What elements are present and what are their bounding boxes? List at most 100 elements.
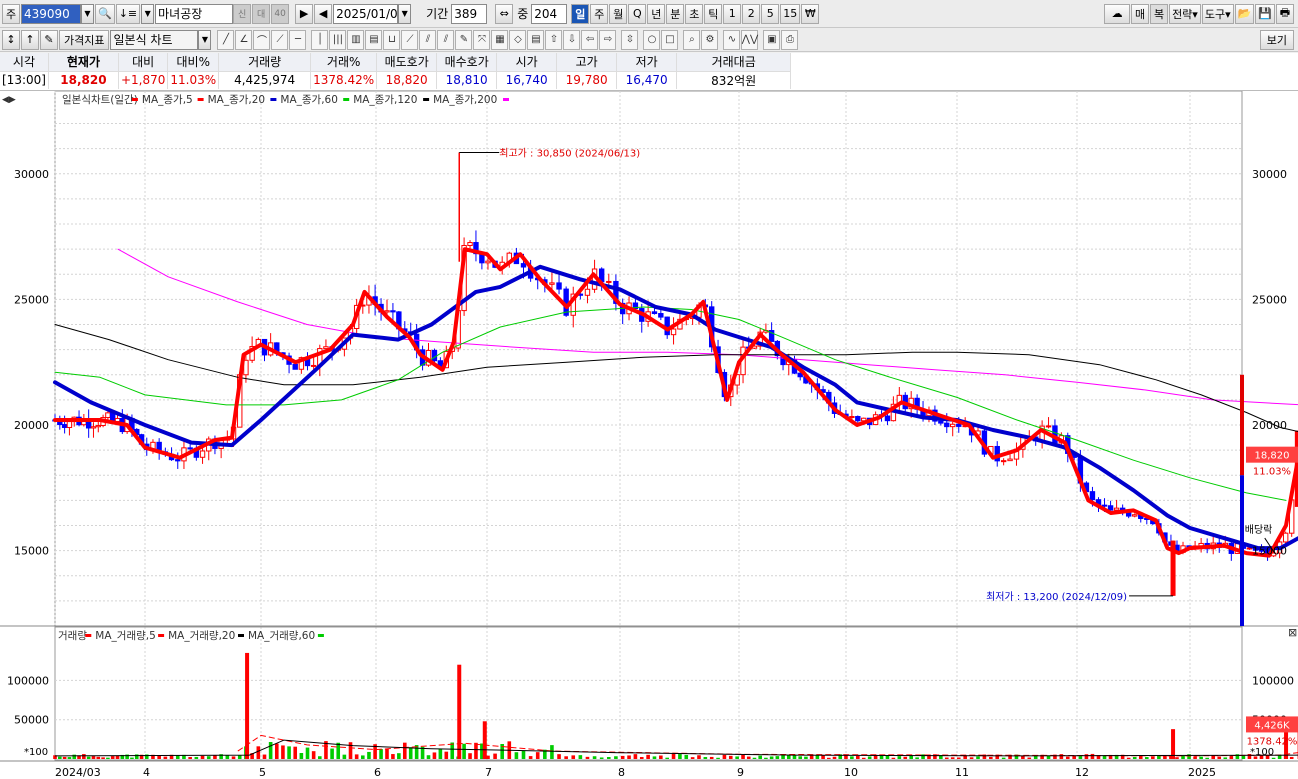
quote-value-11: 832억원 [676, 71, 792, 89]
draw-tool-29-icon[interactable]: ▣ [763, 29, 781, 50]
volume-bar [91, 756, 96, 759]
zoom-adjust-icon[interactable]: ⇔ [495, 3, 514, 24]
print-icon[interactable]: 🖶 [1276, 3, 1294, 24]
draw-tool-30-icon[interactable]: ⎙ [781, 29, 799, 50]
draw-tool-28-icon[interactable]: ⋀⋁ [741, 29, 759, 50]
right-button-3[interactable]: 도구▾ [1201, 3, 1234, 24]
legend-label: MA_종가,20 [208, 94, 266, 106]
period-input[interactable]: 389 [451, 3, 488, 24]
interval-0[interactable]: 일 [571, 3, 590, 24]
volume-bar [856, 755, 860, 759]
folder-icon[interactable]: 📂 [1234, 3, 1255, 24]
draw-tool-22-icon[interactable]: ⇳ [621, 29, 639, 50]
volume-bar [379, 749, 383, 759]
draw-tool-4-icon[interactable]: ─ [289, 29, 307, 50]
volume-bar [268, 742, 273, 759]
custom-interval-icon[interactable]: ₩ [801, 3, 820, 24]
chart-type-select[interactable]: 일본식 차트 [110, 29, 199, 50]
draw-tool-0-icon[interactable]: ╱ [217, 29, 235, 50]
interval-1[interactable]: 주 [590, 3, 609, 24]
draw-tool-25-icon[interactable]: ⌕ [683, 29, 701, 50]
interval-7[interactable]: 틱 [704, 3, 723, 24]
next-arrow-icon[interactable]: ▶ [295, 3, 314, 24]
draw-tool-1-icon[interactable]: ∠ [235, 29, 253, 50]
stock-name-field: 마녀공장 [155, 3, 234, 24]
sort-dropdown-icon[interactable]: ▼ [141, 3, 155, 24]
interval-10[interactable]: 5 [761, 3, 780, 24]
search-icon[interactable]: 🔍 [95, 3, 115, 24]
candle-body [431, 349, 438, 362]
volume-bar [944, 757, 949, 759]
market-selector[interactable]: 주 [2, 3, 20, 24]
draw-tool-5-icon[interactable]: │ [311, 29, 329, 50]
interval-11[interactable]: 15 [780, 3, 801, 24]
draw-tool-6-icon[interactable]: ||| [329, 29, 347, 50]
right-button-2[interactable]: 전략▾ [1169, 3, 1201, 24]
volume-bar [348, 742, 353, 759]
draw-tool-17-icon[interactable]: ▤ [527, 29, 545, 50]
right-button-1[interactable]: 복 [1150, 3, 1169, 24]
refresh-icon[interactable]: ↑ [21, 29, 39, 50]
draw-tool-26-icon[interactable]: ⚙ [701, 29, 719, 50]
chart-type-dropdown-icon[interactable]: ▼ [198, 29, 212, 50]
interval-5[interactable]: 분 [666, 3, 685, 24]
legend-swatch [503, 98, 509, 101]
draw-tool-7-icon[interactable]: ▥ [347, 29, 365, 50]
legend-label: 일본식차트(일간) [62, 93, 138, 106]
interval-8[interactable]: 1 [723, 3, 742, 24]
view-button[interactable]: 보기 [1259, 29, 1294, 50]
volume-bar [535, 752, 540, 759]
date-input[interactable]: 2025/01/09 [333, 3, 399, 24]
volume-bar [550, 745, 554, 759]
draw-tool-15-icon[interactable]: ▦ [491, 29, 509, 50]
stock-code-input[interactable]: 439090 [21, 3, 81, 24]
right-button-0[interactable]: 매 [1131, 3, 1150, 24]
volume-bar [1199, 756, 1203, 759]
draw-tool-2-icon[interactable]: ⌒ [253, 29, 271, 50]
draw-tool-9-icon[interactable]: ⊔ [383, 29, 401, 50]
split-view-icon[interactable]: ↕ [2, 29, 20, 50]
draw-tool-27-icon[interactable]: ∿ [723, 29, 741, 50]
candle-body [1282, 532, 1289, 543]
candle-body [956, 423, 962, 427]
indicator-button[interactable]: 가격지표 [59, 29, 110, 50]
draw-tool-19-icon[interactable]: ⇩ [563, 29, 581, 50]
stock-chart[interactable]: 30000 30000 25000 25000 20000 20000 15000 15000… [0, 91, 1298, 779]
legend-label: MA_종가,60 [280, 94, 338, 106]
volume-bar [897, 756, 902, 759]
draw-tool-14-icon[interactable]: ⤧ [473, 29, 491, 50]
chart-area[interactable]: 30000 30000 25000 25000 20000 20000 15000 15000… [0, 91, 1298, 779]
prev-arrow-icon[interactable]: ◀ [314, 3, 333, 24]
draw-tool-10-icon[interactable]: ⟋ [401, 29, 419, 50]
cloud-icon[interactable]: ☁ [1104, 3, 1131, 24]
interval-3[interactable]: Q [628, 3, 647, 24]
candle-body [1007, 458, 1013, 462]
volume-bar [293, 746, 298, 759]
draw-tool-24-icon[interactable]: □ [661, 29, 679, 50]
draw-tool-12-icon[interactable]: ⫽ [437, 29, 455, 50]
legend-label: MA_거래량,20 [168, 630, 235, 642]
draw-tool-11-icon[interactable]: ⫽ [419, 29, 437, 50]
interval-6[interactable]: 초 [685, 3, 704, 24]
sort-icon[interactable]: ↓≡ [115, 3, 141, 24]
volume-bar [367, 751, 371, 759]
draw-tool-20-icon[interactable]: ⇦ [581, 29, 599, 50]
interval-2[interactable]: 월 [609, 3, 628, 24]
interval-4[interactable]: 년 [647, 3, 666, 24]
draw-tool-13-icon[interactable]: ✎ [455, 29, 473, 50]
quote-value-8: 16,740 [496, 71, 558, 89]
edit-icon[interactable]: ✎ [40, 29, 58, 50]
draw-tool-21-icon[interactable]: ⇨ [599, 29, 617, 50]
draw-tool-3-icon[interactable]: ⟋ [271, 29, 289, 50]
stock-code-dropdown-icon[interactable]: ▼ [81, 3, 94, 24]
save-icon[interactable]: 💾 [1255, 3, 1275, 24]
mid-label: 중 [517, 7, 529, 21]
candle-body [944, 422, 950, 428]
mid-input[interactable]: 204 [531, 3, 568, 24]
interval-9[interactable]: 2 [742, 3, 761, 24]
draw-tool-23-icon[interactable]: ○ [643, 29, 661, 50]
calendar-dropdown-icon[interactable]: ▼ [398, 3, 412, 24]
draw-tool-16-icon[interactable]: ◇ [509, 29, 527, 50]
draw-tool-18-icon[interactable]: ⇧ [545, 29, 563, 50]
draw-tool-8-icon[interactable]: ▤ [365, 29, 383, 50]
